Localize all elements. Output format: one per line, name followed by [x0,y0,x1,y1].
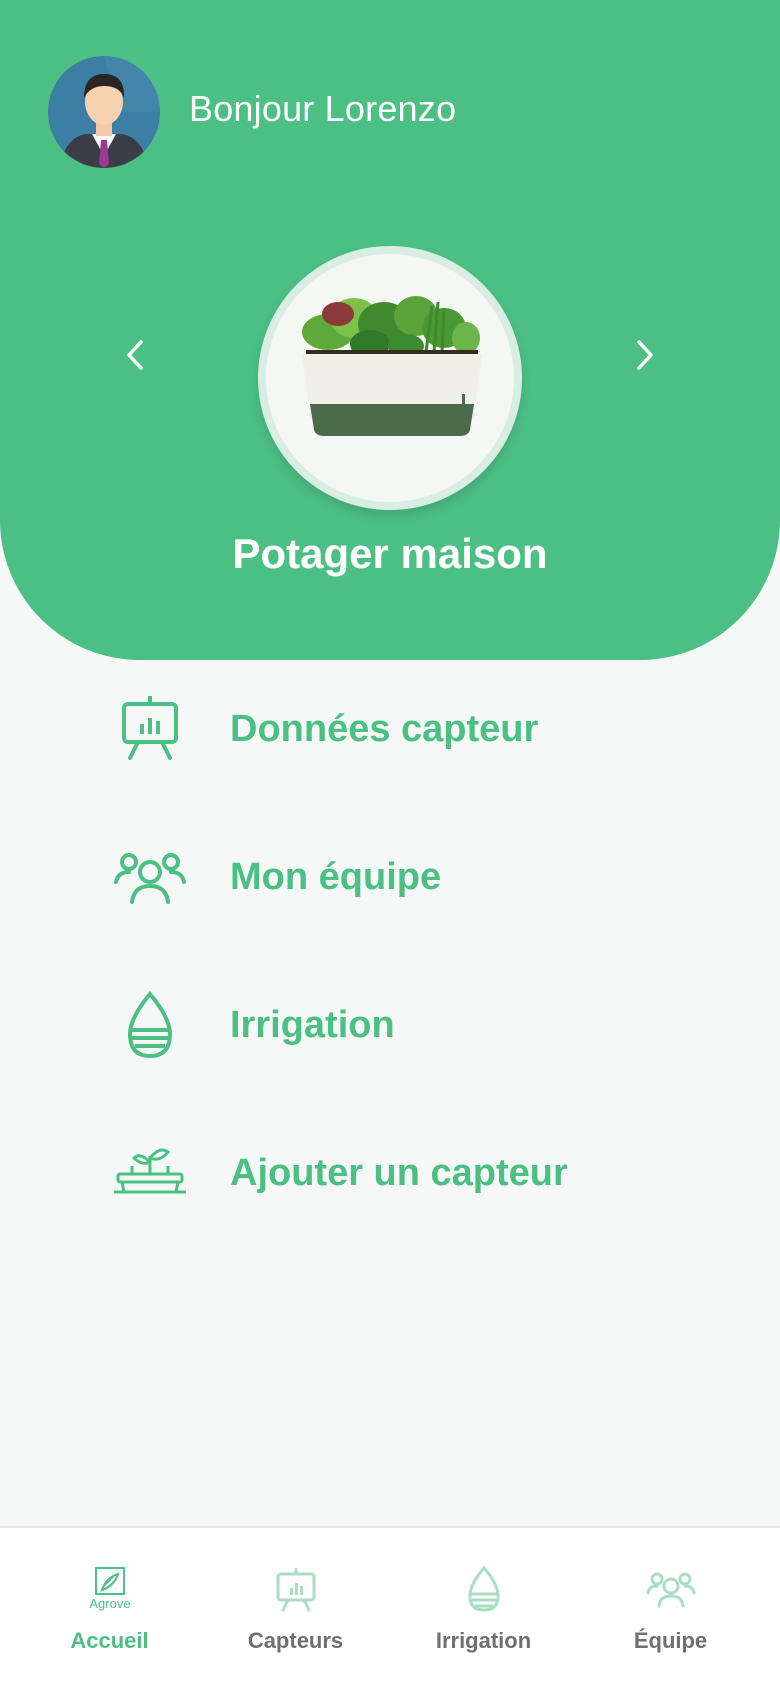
menu-item-add-sensor[interactable]: Ajouter un capteur [110,1134,670,1214]
garden-image[interactable] [258,246,522,510]
chart-board-icon [270,1564,322,1616]
planter-image [302,296,482,436]
nav-tab-home[interactable]: Agrove Accueil [12,1528,207,1692]
water-drop-icon [458,1564,510,1616]
nav-tab-irrigation[interactable]: Irrigation [386,1528,581,1692]
next-garden-button[interactable] [625,330,665,380]
header: Bonjour Lorenzo Potager maison [0,0,780,660]
chevron-left-icon [127,340,143,370]
greeting: Bonjour Lorenzo [189,88,457,129]
bottom-navigation: Agrove Accueil Capteurs Irrigation Équip… [0,1526,780,1692]
water-drop-icon [110,986,190,1066]
team-icon [645,1564,697,1616]
nav-label: Capteurs [247,1628,344,1653]
previous-garden-button[interactable] [115,330,155,380]
nav-label: Accueil [70,1628,149,1653]
planter-sprout-icon [110,1134,190,1214]
menu-item-my-team[interactable]: Mon équipe [110,838,670,918]
menu-item-label: Données capteur [230,708,539,750]
agrove-logo-icon: Agrove [84,1564,136,1616]
team-icon [110,838,190,918]
menu-item-label: Ajouter un capteur [230,1152,568,1194]
chart-board-icon [110,690,190,770]
user-avatar-icon [48,56,160,168]
garden-name: Potager maison [232,530,548,577]
nav-label: Irrigation [435,1628,532,1653]
menu-item-irrigation[interactable]: Irrigation [110,986,670,1066]
avatar[interactable] [48,56,160,168]
nav-label: Équipe [633,1628,708,1653]
menu-item-label: Mon équipe [230,856,442,898]
nav-tab-sensors[interactable]: Capteurs [198,1528,393,1692]
chevron-right-icon [637,340,653,370]
nav-tab-team[interactable]: Équipe [573,1528,768,1692]
agrove-logo-text: Agrove [89,1596,130,1611]
menu-item-label: Irrigation [230,1004,395,1046]
menu-item-sensor-data[interactable]: Données capteur [110,690,670,770]
